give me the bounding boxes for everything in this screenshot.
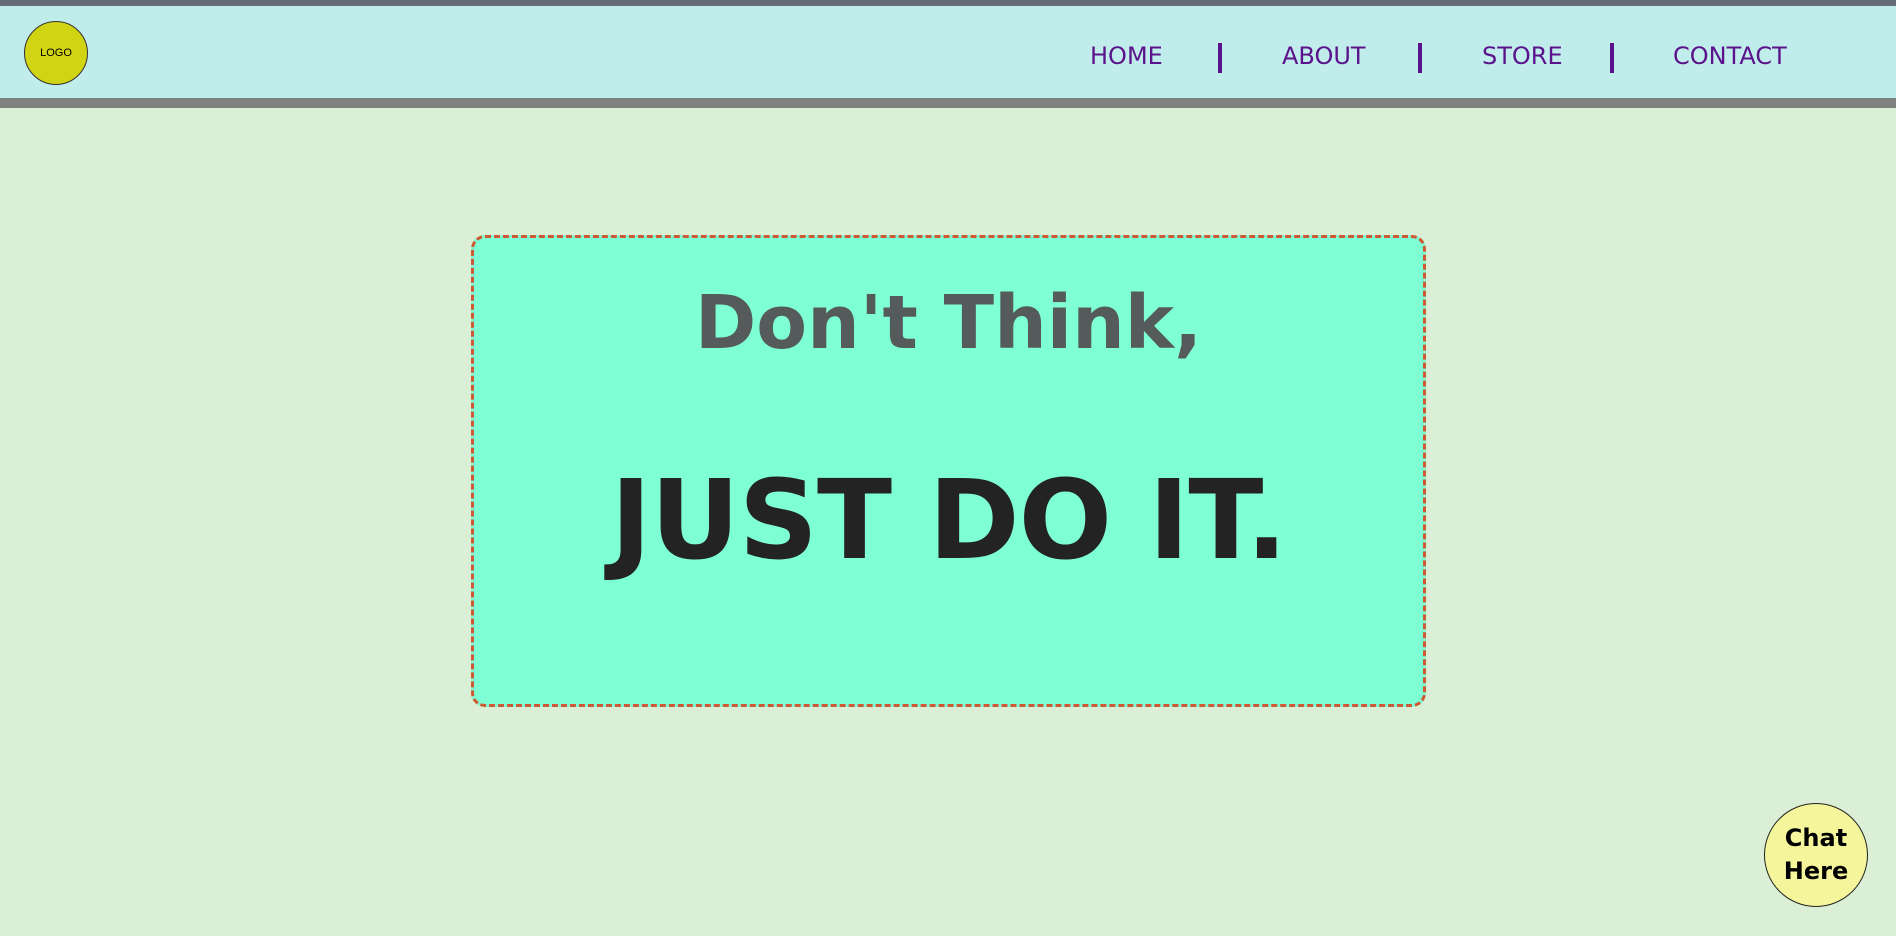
- site-header: LOGO HOME ABOUT STORE CONTACT: [0, 6, 1896, 108]
- hero-card: Don't Think, JUST DO IT.: [471, 235, 1426, 707]
- chat-label-line2: Here: [1783, 857, 1849, 885]
- nav-separator: [1610, 43, 1614, 73]
- nav-store-link[interactable]: STORE: [1482, 42, 1563, 70]
- chat-button[interactable]: Chat Here: [1764, 803, 1868, 907]
- logo[interactable]: LOGO: [24, 21, 88, 85]
- nav-separator: [1418, 43, 1422, 73]
- chat-label-line1: Chat: [1784, 824, 1848, 852]
- nav-contact-link[interactable]: CONTACT: [1673, 42, 1787, 70]
- nav-home-link[interactable]: HOME: [1090, 42, 1163, 70]
- nav-about-link[interactable]: ABOUT: [1282, 42, 1366, 70]
- nav-separator: [1218, 43, 1222, 73]
- hero-heading: JUST DO IT.: [610, 456, 1288, 584]
- hero-subheading: Don't Think,: [694, 280, 1203, 366]
- logo-text: LOGO: [40, 47, 72, 59]
